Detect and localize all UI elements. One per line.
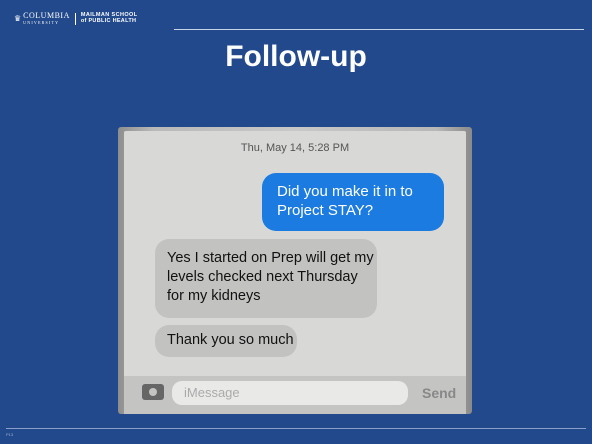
logo-divider (74, 12, 76, 25)
mailman-wordmark: MAILMAN SCHOOL of PUBLIC HEALTH (80, 12, 138, 24)
imessage-input[interactable]: iMessage (172, 381, 408, 405)
camera-icon[interactable] (142, 384, 164, 400)
slide-title: Follow-up (225, 40, 367, 73)
header-rule (174, 29, 584, 30)
header: ♛ COLUMBIA UNIVERSITY MAILMAN SCHOOL of … (0, 0, 592, 34)
message-timestamp: Thu, May 14, 5:28 PM (240, 142, 350, 154)
page-number: P13 (6, 432, 14, 437)
incoming-message-bubble: Thank you so much (155, 325, 297, 357)
crown-icon: ♛ (14, 14, 22, 23)
columbia-wordmark: COLUMBIA UNIVERSITY (23, 12, 70, 25)
incoming-message-text: Yes I started on Prep will get my levels… (167, 250, 374, 304)
messages-screen: Thu, May 14, 5:28 PM Did you make it in … (124, 131, 466, 414)
outgoing-message-text: Did you make it in to Project STAY? (277, 183, 413, 219)
message-input-bar: iMessage Send (124, 376, 466, 414)
incoming-message-bubble: Yes I started on Prep will get my levels… (155, 239, 377, 318)
send-button[interactable]: Send (422, 385, 456, 401)
logo-university-text: UNIVERSITY (23, 20, 60, 25)
columbia-mailman-logo: ♛ COLUMBIA UNIVERSITY MAILMAN SCHOOL of … (14, 12, 137, 25)
phone-screenshot-photo: Thu, May 14, 5:28 PM Did you make it in … (118, 127, 472, 414)
incoming-message-text: Thank you so much (167, 332, 294, 348)
slide: ♛ COLUMBIA UNIVERSITY MAILMAN SCHOOL of … (0, 0, 592, 444)
footer-rule (6, 428, 586, 429)
logo-public-health-text: of PUBLIC HEALTH (80, 17, 137, 24)
logo-columbia-text: COLUMBIA (23, 11, 70, 20)
outgoing-message-bubble: Did you make it in to Project STAY? (262, 173, 444, 231)
